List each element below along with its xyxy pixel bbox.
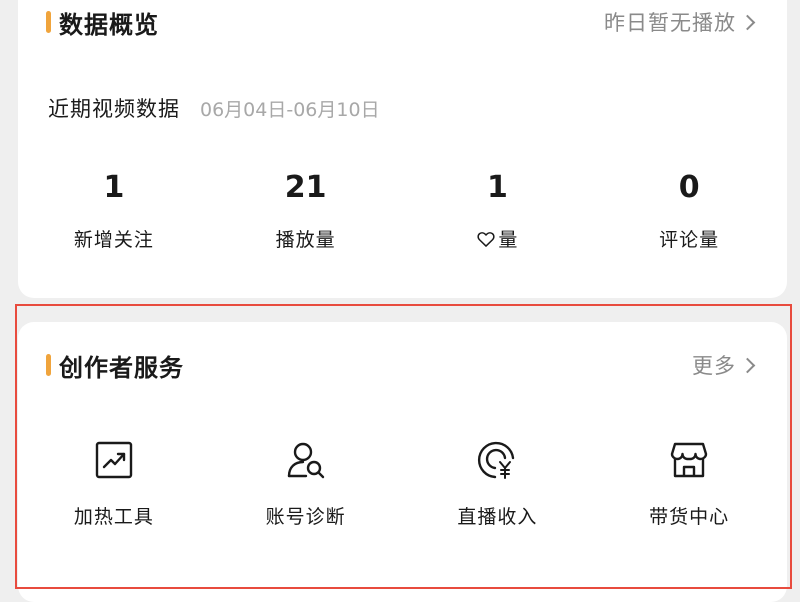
stat-value: 21	[284, 170, 327, 205]
data-overview-header: 数据概览 昨日暂无播放	[46, 4, 757, 40]
service-commerce-center[interactable]: 带货中心	[593, 440, 785, 529]
stat-comments[interactable]: 0 评论量	[593, 168, 785, 252]
stat-label: 评论量	[593, 225, 785, 252]
trend-chart-icon	[95, 441, 133, 479]
yen-income-icon	[478, 441, 515, 479]
service-label: 带货中心	[649, 506, 730, 528]
creator-services-header: 创作者服务 更多	[46, 347, 757, 383]
chevron-right-icon	[739, 14, 756, 30]
stat-label: 播放量	[210, 225, 402, 252]
creator-services-card: 创作者服务 更多 加热工具 账号诊断 直播收入 带货中心	[18, 322, 787, 602]
data-overview-card: 数据概览 昨日暂无播放 近期视频数据 06月04日-06月10日 1 新增关注 …	[18, 0, 787, 298]
stat-label-text: 量	[498, 229, 519, 251]
services-row: 加热工具 账号诊断 直播收入 带货中心	[18, 440, 787, 529]
user-search-icon	[287, 442, 324, 479]
stat-plays[interactable]: 21 播放量	[210, 168, 402, 252]
stat-value: 1	[486, 170, 508, 205]
stat-label: 量	[402, 225, 594, 252]
more-link[interactable]: 更多	[692, 350, 757, 380]
stat-likes[interactable]: 1 量	[402, 168, 594, 252]
recent-video-subhead: 近期视频数据 06月04日-06月10日	[48, 93, 380, 123]
stat-label-text: 播放量	[275, 229, 336, 251]
subhead-title: 近期视频数据	[48, 97, 180, 121]
stat-label-text: 评论量	[659, 229, 720, 251]
storefront-icon	[670, 442, 708, 478]
yesterday-play-text: 昨日暂无播放	[604, 11, 736, 35]
stat-label-text: 新增关注	[73, 229, 154, 251]
section-title: 数据概览	[59, 10, 159, 39]
stat-value: 0	[678, 170, 700, 205]
date-range: 06月04日-06月10日	[200, 99, 380, 121]
yesterday-play-link[interactable]: 昨日暂无播放	[604, 7, 757, 37]
service-label: 账号诊断	[265, 506, 346, 528]
accent-bar	[46, 354, 51, 376]
service-label: 直播收入	[457, 506, 538, 528]
stat-label: 新增关注	[18, 225, 210, 252]
service-boost-tool[interactable]: 加热工具	[18, 440, 210, 529]
section-title: 创作者服务	[59, 353, 184, 382]
service-live-income[interactable]: 直播收入	[402, 440, 594, 529]
accent-bar	[46, 11, 51, 33]
heart-icon	[477, 231, 495, 247]
more-text: 更多	[692, 354, 736, 378]
chevron-right-icon	[739, 357, 756, 373]
service-account-diagnosis[interactable]: 账号诊断	[210, 440, 402, 529]
stats-row: 1 新增关注 21 播放量 1 量 0 评论量	[18, 168, 787, 252]
stat-new-follows[interactable]: 1 新增关注	[18, 168, 210, 252]
stat-value: 1	[103, 170, 125, 205]
service-label: 加热工具	[73, 506, 154, 528]
